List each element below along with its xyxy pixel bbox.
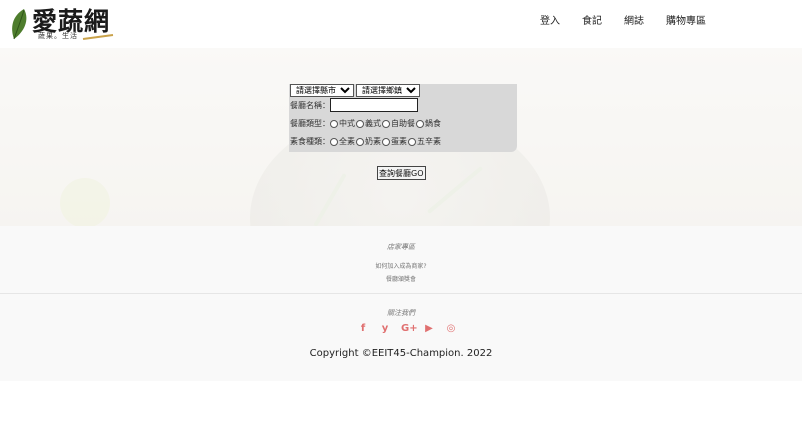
veg-radio-vegan[interactable]: 全素 [330,136,355,147]
type-row: 餐廳類型： 中式 義式 自助餐 鍋食 [290,118,442,129]
nav-food-journal[interactable]: 食記 [582,12,602,27]
leaf-icon [12,9,27,40]
logo-brush-icon [82,34,114,40]
veg-type-label: 素食種類： [290,137,330,146]
logo-subtitle: 蔬果。生活 [38,32,78,40]
site-header: 愛蔬網 蔬果。生活 登入 食記 網誌 購物專區 [0,0,802,48]
twitter-icon[interactable]: y [379,323,391,334]
nav-blog[interactable]: 網誌 [624,12,644,27]
restaurant-type-label: 餐廳類型： [290,119,330,128]
youtube-icon[interactable]: ▶ [423,323,435,334]
name-row: 餐廳名稱： [290,98,418,112]
store-section-title: 店家專區 [387,243,415,251]
restaurant-name-input[interactable] [330,98,418,112]
main-nav: 登入 食記 網誌 購物專區 [540,12,728,27]
county-select[interactable]: 請選擇縣市 [290,84,354,97]
instagram-icon[interactable]: ◎ [445,323,457,334]
nav-shop[interactable]: 購物專區 [666,12,706,27]
district-select[interactable]: 請選擇鄉鎮 [356,84,420,97]
nav-login[interactable]: 登入 [540,12,560,27]
footer-divider [0,293,802,294]
type-radio-buffet[interactable]: 自助餐 [382,118,415,129]
restaurant-search-panel: 請選擇縣市 請選擇鄉鎮 餐廳名稱： 餐廳類型： 中式 義式 自助餐 鍋食 素食種… [289,84,517,152]
awards-link[interactable]: 餐廳頒獎會 [0,274,802,283]
search-go-button[interactable]: 查詢餐廳GO [377,166,426,180]
site-logo[interactable]: 愛蔬網 蔬果。生活 [10,4,120,44]
veg-radio-lacto[interactable]: 奶素 [356,136,381,147]
join-merchant-link[interactable]: 如何加入成為商家? [0,261,802,270]
google-plus-icon[interactable]: G+ [401,323,418,334]
veg-radio-ovo[interactable]: 蛋素 [382,136,407,147]
type-radio-italian[interactable]: 義式 [356,118,381,129]
veg-row: 素食種類： 全素 奶素 蛋素 五辛素 [290,136,442,147]
site-footer: 店家專區 如何加入成為商家? 餐廳頒獎會 關注我們 f y G+ ▶ ◎ Cop… [0,226,802,381]
follow-us-title: 關注我們 [387,309,415,317]
copyright-text: Copyright ©EEIT45-Champion. 2022 [309,348,493,359]
location-row: 請選擇縣市 請選擇鄉鎮 [290,84,422,97]
type-radio-pot[interactable]: 鍋食 [416,118,441,129]
restaurant-name-label: 餐廳名稱： [290,100,330,110]
social-links: f y G+ ▶ ◎ [357,323,457,334]
veg-radio-five-pungent[interactable]: 五辛素 [408,136,441,147]
facebook-icon[interactable]: f [357,323,369,334]
type-radio-chinese[interactable]: 中式 [330,118,355,129]
